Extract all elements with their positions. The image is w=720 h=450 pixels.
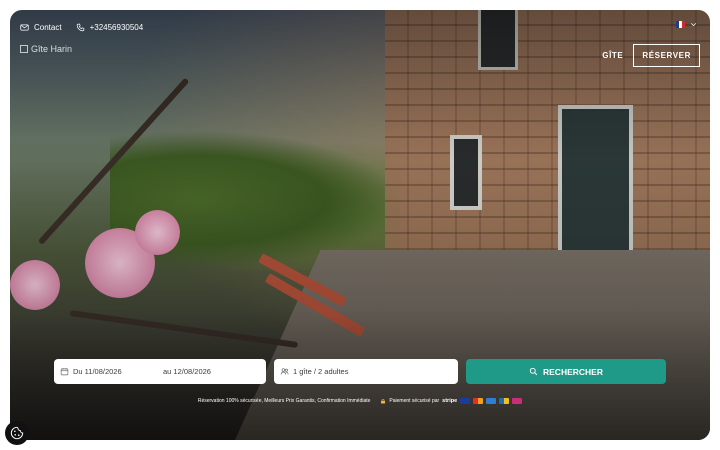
- phone-icon: [76, 23, 84, 31]
- users-icon: [280, 368, 289, 375]
- flag-fr-icon: [676, 21, 685, 28]
- date-to[interactable]: au 12/08/2026: [163, 367, 266, 376]
- trust-bar: Réservation 100% sécurisée, Meilleurs Pr…: [0, 398, 720, 404]
- logo-alt-text: Gîte Harin: [31, 44, 73, 54]
- bancontact-icon: [499, 398, 510, 404]
- date-from[interactable]: Du 11/08/2026: [60, 367, 163, 376]
- cookie-icon: [10, 426, 24, 440]
- guarantees-text: Réservation 100% sécurisée, Meilleurs Pr…: [197, 398, 371, 404]
- main-nav: GÎTE RÉSERVER: [602, 44, 700, 67]
- search-button[interactable]: RECHERCHER: [466, 359, 666, 384]
- guests-field[interactable]: 1 gîte / 2 adultes: [274, 359, 458, 384]
- booking-search-bar: Du 11/08/2026 au 12/08/2026 1 gîte / 2 a…: [54, 359, 666, 384]
- site-logo[interactable]: Gîte Harin: [20, 44, 72, 54]
- search-button-label: RECHERCHER: [543, 366, 603, 377]
- lock-icon: [381, 399, 386, 404]
- reserve-button[interactable]: RÉSERVER: [633, 44, 700, 67]
- amex-icon: [486, 398, 497, 404]
- date-to-value: au 12/08/2026: [163, 367, 211, 376]
- nav-gite-link[interactable]: GÎTE: [602, 51, 623, 60]
- visa-icon: [460, 398, 471, 404]
- date-range-field[interactable]: Du 11/08/2026 au 12/08/2026: [54, 359, 266, 384]
- stripe-logo: stripe: [442, 398, 458, 404]
- mail-icon: [20, 24, 29, 30]
- date-from-value: Du 11/08/2026: [73, 367, 122, 376]
- search-icon: [529, 367, 538, 376]
- mastercard-icon: [473, 398, 484, 404]
- guests-value: 1 gîte / 2 adultes: [293, 367, 349, 376]
- top-bar: Contact +32456930504: [20, 20, 143, 34]
- language-selector[interactable]: [676, 20, 698, 29]
- contact-label: Contact: [34, 22, 62, 32]
- phone-link[interactable]: +32456930504: [76, 22, 144, 32]
- payment-label: Paiement sécurisé par: [389, 398, 440, 404]
- cookie-settings-button[interactable]: [5, 421, 29, 445]
- ideal-icon: [512, 398, 523, 404]
- broken-image-icon: [20, 45, 28, 53]
- chevron-down-icon: [690, 23, 697, 27]
- phone-label: +32456930504: [89, 22, 144, 32]
- calendar-icon: [60, 368, 69, 376]
- contact-link[interactable]: Contact: [20, 23, 62, 32]
- secure-payment: Paiement sécurisé par stripe: [380, 398, 523, 404]
